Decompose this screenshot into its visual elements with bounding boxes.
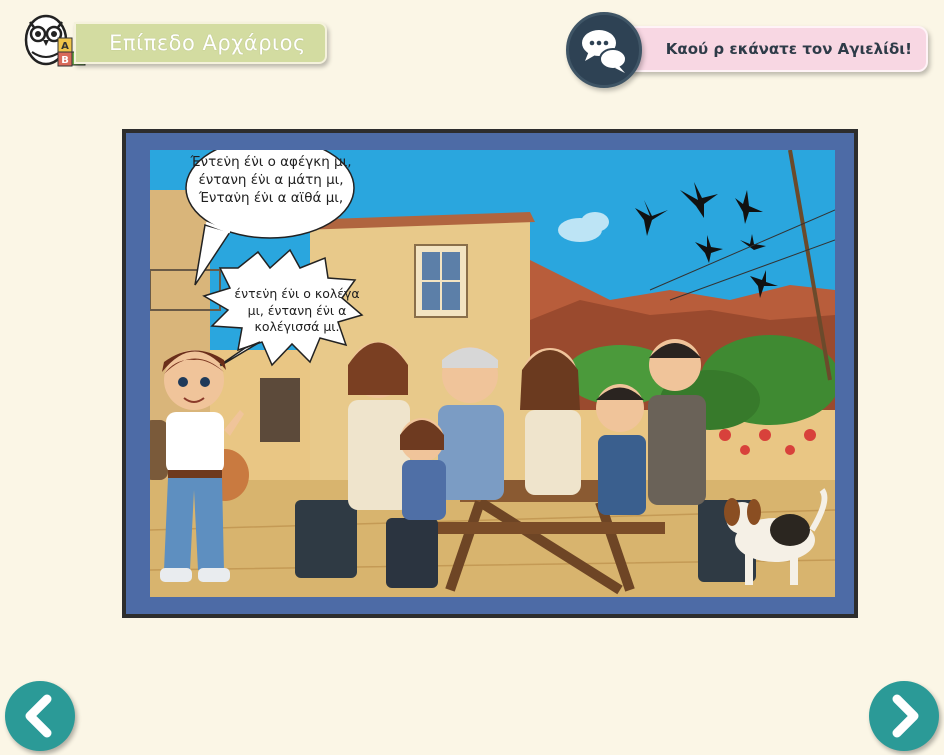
speech-bubble-text-2: έντεν̇η έν̇ι ο κολέγα μι, έντανη έν̇ι α … [234,286,360,334]
scene-illustration: Έντεν̇η έν̇ι ο αφέγκη μι, έντανη έν̇ι α … [150,150,835,597]
next-button[interactable] [869,681,939,751]
level-badge: Επίπεδο Αρχάριος [74,22,327,64]
chevron-left-icon [25,694,52,738]
speech-bubble-text-1: Έντεν̇η έν̇ι ο αφέγκη μι, έντανη έν̇ι α … [190,154,352,206]
block-beta: Β [61,55,69,66]
phrase-label: Καού ρ εκάνατε τον Αγιελίδι! [665,40,912,58]
phrase-button[interactable]: Καού ρ εκάνατε τον Αγιελίδι! [620,26,928,72]
previous-button[interactable] [5,681,75,751]
level-label: Επίπεδο Αρχάριος [109,31,306,55]
block-alpha: Α [61,41,69,52]
chevron-right-icon [892,694,919,738]
boy-character-icon [150,350,244,582]
speech-bubbles-icon[interactable] [566,12,642,88]
